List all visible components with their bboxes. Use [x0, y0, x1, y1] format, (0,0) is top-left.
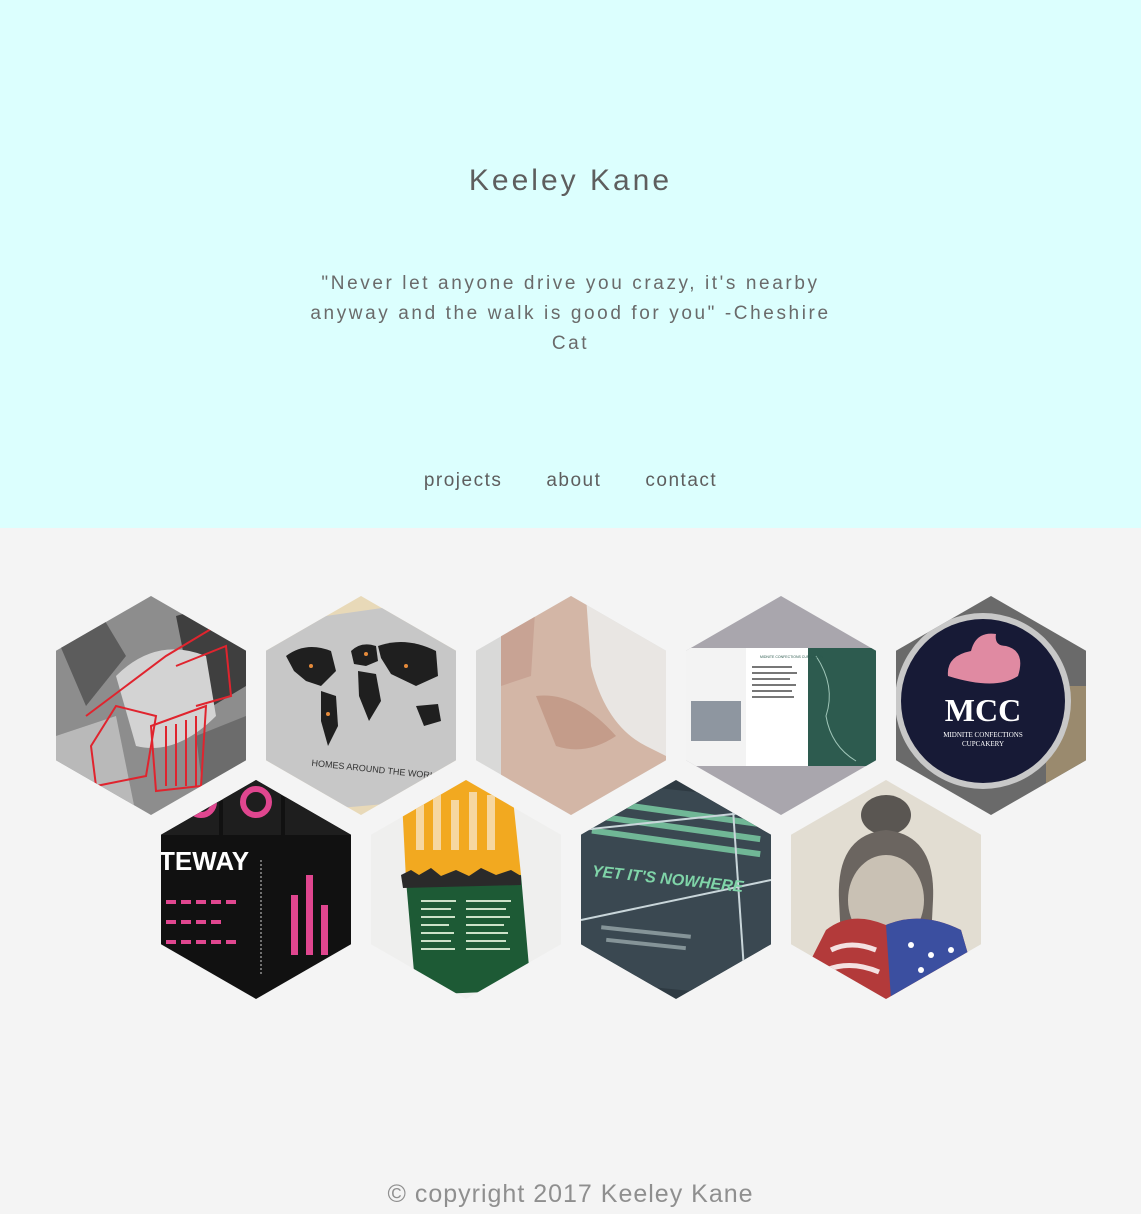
main-nav: projects about contact — [0, 470, 1141, 492]
project-tile-typography-lines[interactable]: YET IT'S NOWHERE — [581, 780, 771, 999]
brochure-caption: MIDNITE CONFECTIONS CUPCAKERY — [760, 655, 824, 659]
quote: "Never let anyone drive you crazy, it's … — [310, 273, 831, 354]
project-tile-shoulder-photo[interactable] — [476, 596, 666, 815]
project-grid: HOMES AROUND THE WORLD MIDNITE CONFECTIO… — [0, 596, 1141, 1000]
project-tile-world-map[interactable]: HOMES AROUND THE WORLD — [266, 596, 456, 815]
footer-copyright: © copyright 2017 Keeley Kane — [387, 1180, 754, 1208]
mcc-logo-text: MCC — [945, 692, 1021, 728]
nav-projects[interactable]: projects — [424, 470, 503, 492]
project-tile-flag-drawing[interactable] — [791, 780, 981, 999]
mcc-logo-subtext2: CUPCAKERY — [962, 740, 1004, 748]
header: Keeley Kane "Never let anyone drive you … — [0, 0, 1141, 528]
project-tile-brochure[interactable]: MIDNITE CONFECTIONS CUPCAKERY — [686, 596, 876, 815]
infographic-caption: TEWAY — [161, 846, 249, 876]
project-tile-infographic[interactable]: TEWAY — [161, 780, 351, 999]
project-tile-mcc-logo[interactable]: MCC MIDNITE CONFECTIONS CUPCAKERY — [896, 596, 1086, 815]
nav-about[interactable]: about — [546, 470, 601, 492]
project-tile-line-portrait[interactable] — [56, 596, 246, 815]
mcc-logo-subtext: MIDNITE CONFECTIONS — [943, 731, 1023, 739]
site-title: Keeley Kane — [468, 164, 673, 197]
project-tile-poster[interactable] — [371, 780, 561, 999]
nav-contact[interactable]: contact — [645, 470, 717, 492]
